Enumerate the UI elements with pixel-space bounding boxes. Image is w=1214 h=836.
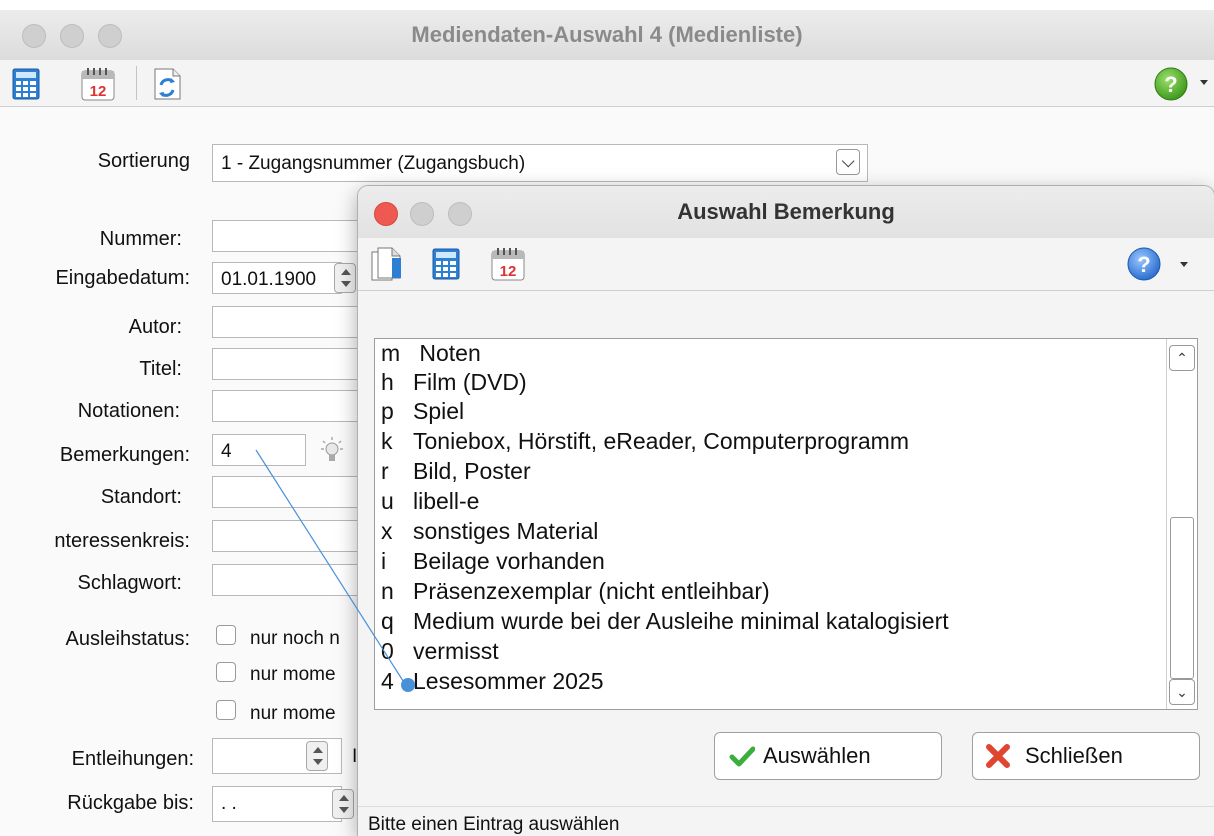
- connector-overlay: [255, 449, 415, 692]
- connector-dot: [401, 678, 415, 692]
- connector-line: [255, 449, 406, 685]
